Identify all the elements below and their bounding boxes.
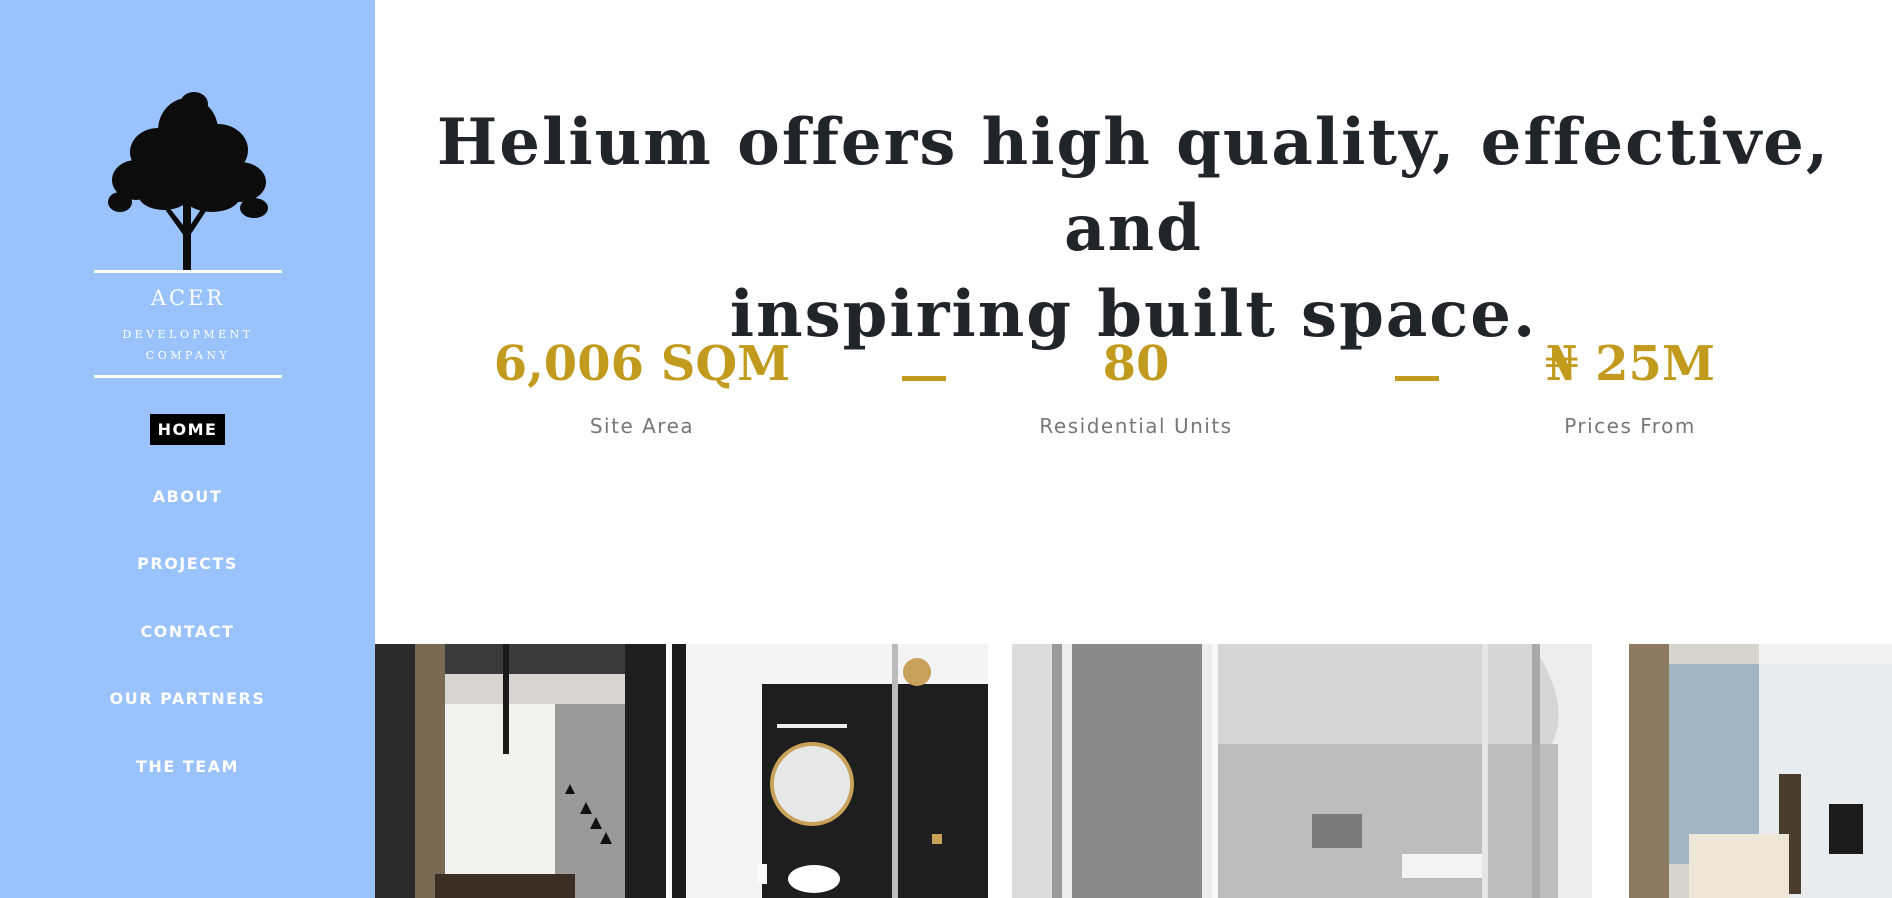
logo-divider-top	[94, 270, 282, 273]
nav-item-label: CONTACT	[140, 622, 235, 641]
stat-prices-from-label: Prices From	[1564, 414, 1696, 438]
stat-divider	[1395, 376, 1439, 381]
gallery	[375, 644, 1892, 898]
brand-subtitle: DEVELOPMENT COMPANY	[94, 324, 282, 366]
tree-icon	[108, 92, 268, 272]
nav-item-label: ABOUT	[152, 487, 223, 506]
logo-divider-bottom	[94, 375, 282, 378]
nav-item-the-team[interactable]: THE TEAM	[0, 751, 375, 782]
stat-prices-from-value: ₦ 25M	[1544, 336, 1716, 392]
stat-residential-units-label: Residential Units	[1039, 414, 1233, 438]
gallery-image-bathroom[interactable]	[672, 644, 988, 898]
nav-item-label: OUR PARTNERS	[109, 689, 266, 708]
hero-headline: Helium offers high quality, effective, a…	[375, 100, 1892, 358]
gallery-image-living-room[interactable]	[375, 644, 666, 898]
nav-item-projects[interactable]: PROJECTS	[0, 548, 375, 579]
brand-subtitle-line1: DEVELOPMENT	[122, 328, 254, 341]
hero-headline-line1: Helium offers high quality, effective, a…	[436, 105, 1831, 266]
nav-item-our-partners[interactable]: OUR PARTNERS	[0, 683, 375, 714]
stat-site-area-value: 6,006 SQM	[493, 336, 791, 392]
sidebar: ACER DEVELOPMENT COMPANY HOME ABOUT PROJ…	[0, 0, 375, 898]
nav-item-label: PROJECTS	[137, 554, 238, 573]
nav-item-contact[interactable]: CONTACT	[0, 616, 375, 647]
nav-item-about[interactable]: ABOUT	[0, 481, 375, 512]
gallery-image-bedroom[interactable]	[1629, 644, 1892, 898]
stat-residential-units-value: 80	[1102, 336, 1170, 392]
stat-site-area-label: Site Area	[589, 414, 695, 438]
gallery-image-atrium[interactable]	[1012, 644, 1592, 898]
brand-subtitle-line2: COMPANY	[145, 349, 231, 362]
nav-item-home[interactable]: HOME	[0, 414, 375, 445]
nav-item-label: HOME	[149, 414, 226, 445]
brand-name: ACER	[150, 286, 226, 310]
stat-divider	[902, 376, 946, 381]
nav-item-label: THE TEAM	[136, 757, 239, 776]
